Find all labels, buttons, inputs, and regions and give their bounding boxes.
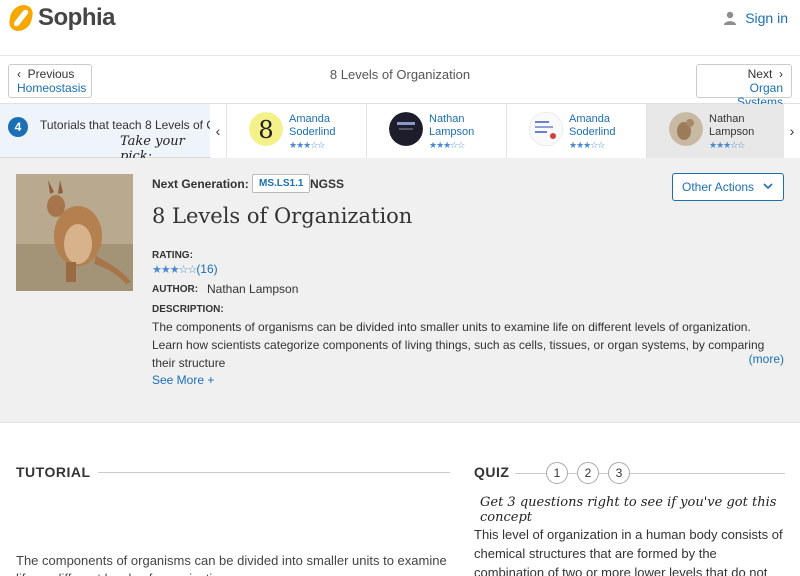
sign-in-label: Sign in [745,10,788,26]
other-actions-dropdown[interactable]: Other Actions [672,173,784,201]
author-label: AUTHOR: [152,284,199,295]
tutorial-thumbnail [529,112,563,146]
more-link[interactable]: (more) [749,352,784,366]
tutorial-thumbnail: 8 [249,112,283,146]
tutorial-author: Nathan Lampson [429,113,475,138]
tutorial-thumbnail [389,112,423,146]
strip-scroll-right-button[interactable]: › [784,104,800,158]
top-header: Sophia Sign in [0,0,800,56]
tutorial-author: Amanda Soderlind [289,113,336,138]
tutorial-card[interactable]: 8 Amanda Soderlind ★★★☆☆ [226,104,366,158]
page-title: 8 Levels of Organization [152,204,413,228]
description-label: DESCRIPTION: [152,304,224,315]
tutorial-rating-stars: ★★★☆☆ [429,140,465,150]
previous-target: Homeostasis [17,81,87,95]
tutorial-heading: TUTORIAL [16,464,91,480]
chevron-left-icon: ‹ [215,123,221,139]
tutorials-strip: 4 Tutorials that teach 8 Levels of Organ… [0,104,800,158]
other-actions-label: Other Actions [682,180,755,194]
tutorial-count-badge: 4 [8,117,28,137]
next-label: Next › [747,67,783,81]
quiz-question-2-button[interactable]: 2 [577,462,599,484]
tutorial-author: Nathan Lampson [709,113,755,138]
content-section: TUTORIAL The components of organisms can… [0,424,800,576]
next-button[interactable]: Next › Organ Systems [696,64,792,109]
ngss-label: Next Generation: [152,177,249,191]
description-text: The components of organisms can be divid… [152,320,765,370]
sign-in-link[interactable]: Sign in [723,10,788,26]
rating-count: (16) [196,262,218,276]
svg-text:8: 8 [258,116,273,144]
quiz-subtitle: Get 3 questions right to see if you've g… [480,495,777,525]
tutorial-nav-bar: ‹ Previous Homeostasis 8 Levels of Organ… [0,56,800,109]
tutorial-rating-stars: ★★★☆☆ [569,140,605,150]
tutorial-body-text: The components of organisms can be divid… [16,553,447,576]
chevron-right-icon: › [779,67,783,81]
tutorial-thumbnail [669,112,703,146]
strip-intro: 4 Tutorials that teach 8 Levels of Organ… [0,104,210,158]
tutorial-rating-stars: ★★★☆☆ [709,140,745,150]
tutorial-card[interactable]: Nathan Lampson ★★★☆☆ [366,104,506,158]
tutorial-divider [98,472,450,473]
nav-title: 8 Levels of Organization [329,67,471,82]
kangaroo-image [16,174,133,291]
tutorial-rating-stars: ★★★☆☆ [289,140,325,150]
ngss-text: NGSS [310,177,345,191]
rating-stars: ★★★☆☆ [152,264,197,276]
take-your-pick: Take your pick: [120,134,185,158]
brand-name: Sophia [38,4,116,31]
quiz-question-text: This level of organization in a human bo… [474,527,783,576]
rating[interactable]: ★★★☆☆(16) [152,262,218,276]
tutorial-info-panel: Next Generation: MS.LS1.1 NGSS Other Act… [0,158,800,423]
quiz-question-3-button[interactable]: 3 [608,462,630,484]
quiz-question-1-button[interactable]: 1 [546,462,568,484]
see-more-link[interactable]: See More + [152,373,214,387]
tutorial-card[interactable]: Amanda Soderlind ★★★☆☆ [506,104,646,158]
chevron-right-icon: › [789,123,795,139]
user-icon [724,11,737,25]
sophia-logo[interactable]: Sophia [7,4,116,32]
strip-scroll-left-button[interactable]: ‹ [210,104,226,158]
ngss-standard-tag[interactable]: MS.LS1.1 [252,174,311,193]
strip-text: Tutorials that teach 8 Levels of Organiz… [40,118,210,132]
chevron-down-icon [763,174,773,209]
quiz-heading: QUIZ [474,464,510,480]
tutorial-card-selected[interactable]: Nathan Lampson ★★★☆☆ [646,104,786,158]
author-name: Nathan Lampson [207,282,299,296]
sophia-logo-icon [7,5,35,31]
tutorial-author: Amanda Soderlind [569,113,616,138]
rating-label: RATING: [152,250,193,261]
